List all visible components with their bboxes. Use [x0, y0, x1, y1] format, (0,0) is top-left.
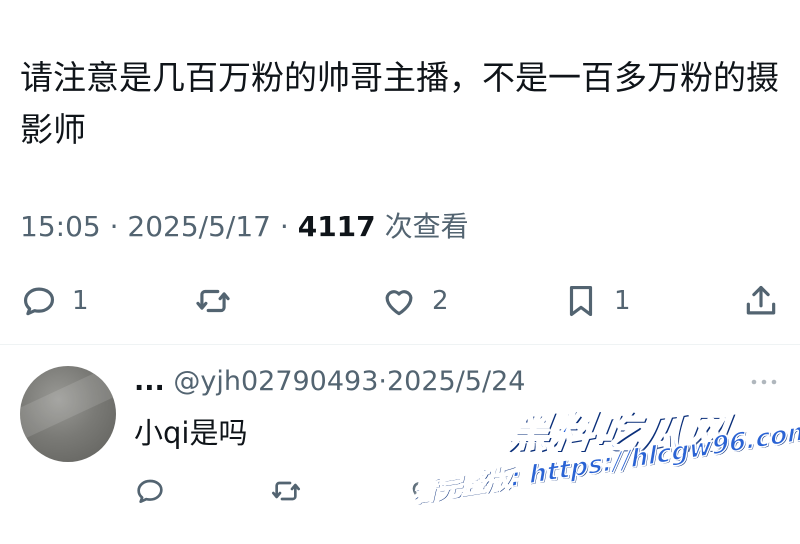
bookmark-icon	[569, 285, 593, 317]
reply-text: 小qi是吗	[134, 416, 248, 450]
reply-reply-button[interactable]	[134, 466, 166, 516]
reply-retweet-button[interactable]	[270, 466, 302, 516]
avatar[interactable]	[20, 366, 116, 462]
share-button[interactable]	[742, 276, 780, 326]
reply-icon	[137, 479, 163, 503]
reply-separator: ·	[378, 366, 387, 397]
views-count[interactable]: 4117	[298, 210, 376, 243]
tweet-date[interactable]: 2025/5/17	[127, 210, 271, 243]
more-dots-icon[interactable]	[748, 372, 780, 392]
divider	[0, 344, 800, 345]
bookmark-button[interactable]: 1	[562, 276, 631, 326]
views-label: 次查看	[384, 210, 469, 243]
bookmark-count: 1	[614, 286, 631, 316]
meta-separator: ·	[109, 210, 119, 243]
like-count: 2	[432, 286, 449, 316]
meta-separator: ·	[279, 210, 289, 243]
retweet-icon	[196, 289, 230, 313]
like-button[interactable]: 2	[380, 276, 449, 326]
reply-button[interactable]: 1	[20, 276, 89, 326]
heart-icon	[385, 290, 413, 316]
tweet-time[interactable]: 15:05	[20, 210, 101, 243]
reply-author-name[interactable]: ...	[134, 366, 165, 397]
tweet-meta: 15:05 · 2025/5/17 · 4117 次查看	[20, 205, 469, 245]
reply-date[interactable]: 2025/5/24	[387, 366, 525, 397]
reply-action-bar	[0, 466, 800, 506]
reply-icon	[23, 287, 55, 316]
reply-author-handle[interactable]: @yjh02790493	[173, 366, 378, 397]
tweet-text: 请注意是几百万粉的帅哥主播，不是一百多万粉的摄影师	[20, 58, 779, 149]
reply-header: ... @yjh02790493·2025/5/24	[134, 366, 525, 397]
retweet-icon	[272, 481, 300, 501]
share-icon	[746, 285, 776, 315]
tweet-action-bar: 1 2 1	[0, 276, 800, 326]
retweet-button[interactable]	[194, 276, 246, 326]
reply-count: 1	[72, 286, 89, 316]
